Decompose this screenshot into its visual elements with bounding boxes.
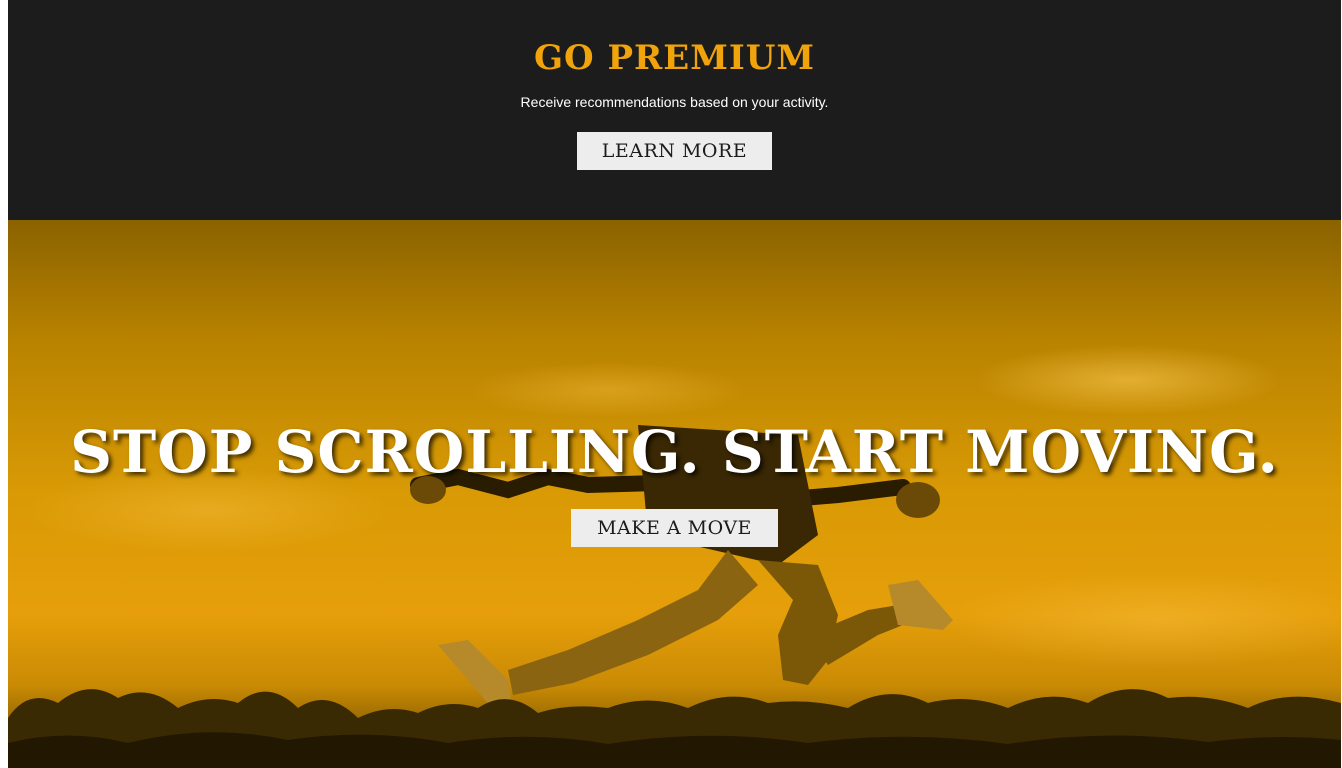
premium-banner: GO PREMIUM Receive recommendations based… [8, 0, 1341, 220]
premium-title: GO PREMIUM [533, 38, 816, 78]
learn-more-button[interactable]: LEARN MORE [577, 132, 772, 170]
hero-section: STOP SCROLLING. START MOVING. MAKE A MOV… [8, 220, 1341, 768]
hero-headline: STOP SCROLLING. START MOVING. [70, 418, 1279, 486]
treeline-image [8, 689, 1341, 768]
make-a-move-button[interactable]: MAKE A MOVE [571, 509, 778, 547]
premium-subtitle: Receive recommendations based on your ac… [520, 94, 829, 110]
page: GO PREMIUM Receive recommendations based… [8, 0, 1341, 768]
